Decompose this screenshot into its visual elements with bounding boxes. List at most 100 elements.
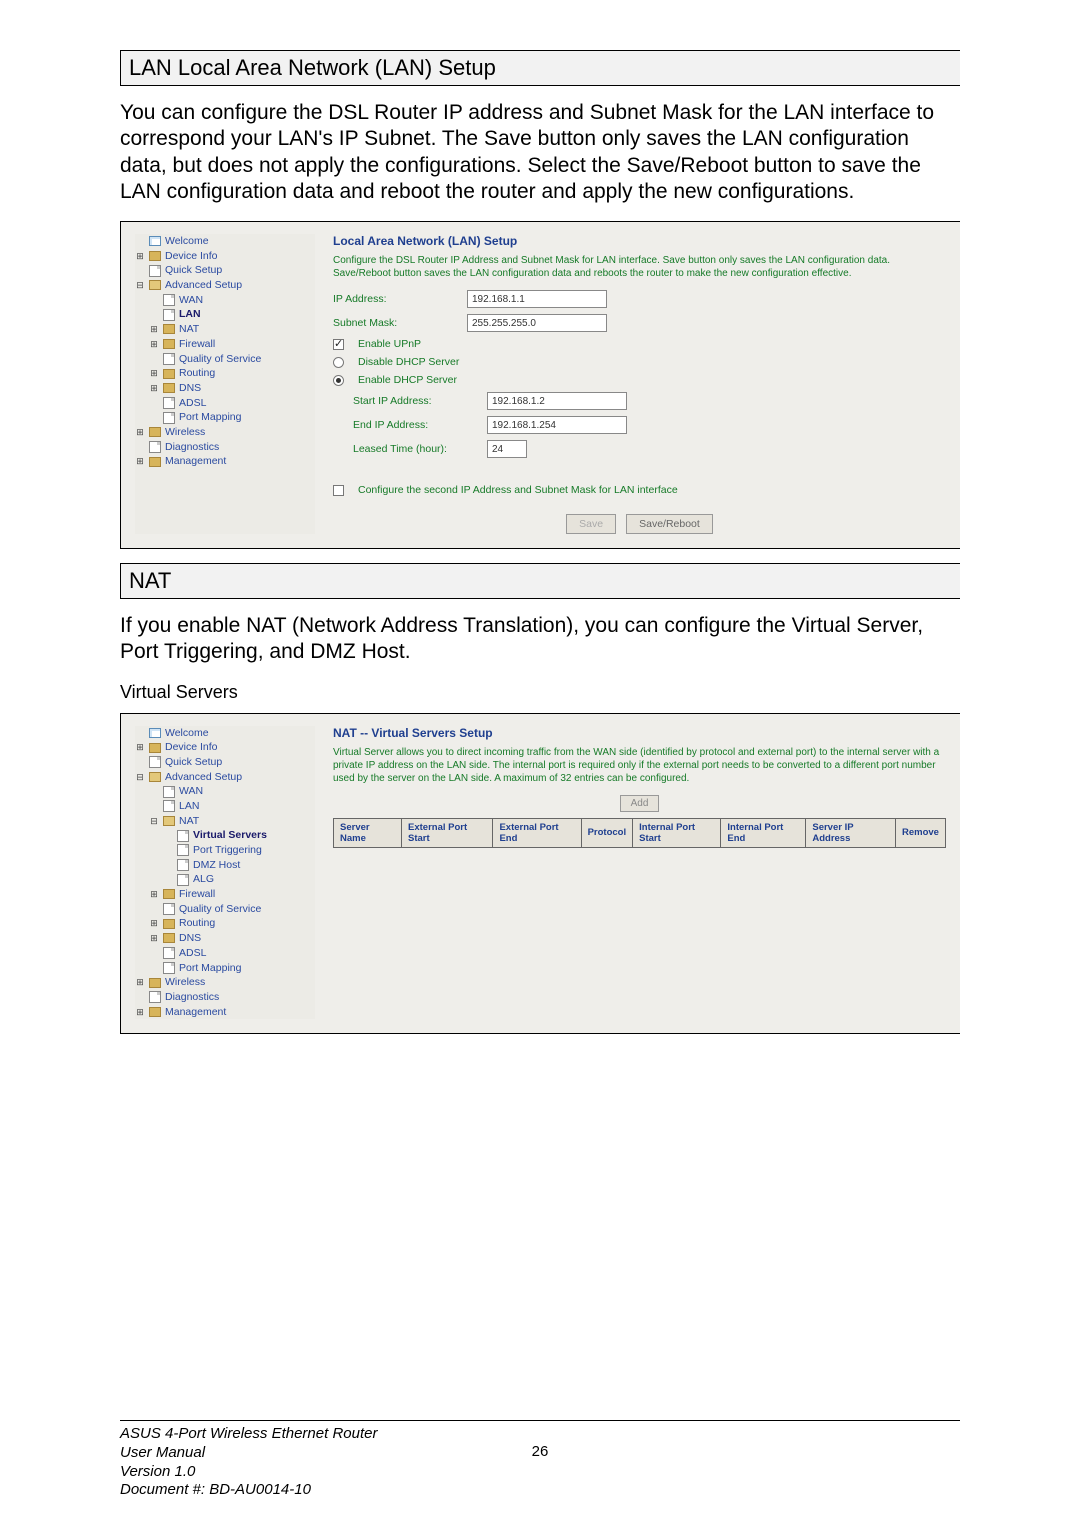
page-icon (163, 962, 175, 974)
nav-virtual-servers[interactable]: Virtual Servers (193, 828, 267, 843)
ip-input[interactable] (467, 290, 607, 308)
expand-icon[interactable]: ⊞ (135, 426, 145, 439)
nav-routing[interactable]: Routing (179, 916, 215, 931)
nav-wan[interactable]: WAN (179, 784, 203, 799)
pane-title: NAT -- Virtual Servers Setup (333, 726, 946, 740)
nav-routing[interactable]: Routing (179, 366, 215, 381)
nav-welcome[interactable]: Welcome (165, 726, 209, 741)
nav-diagnostics[interactable]: Diagnostics (165, 440, 219, 455)
page-icon (177, 859, 189, 871)
collapse-icon[interactable]: ⊟ (149, 815, 159, 828)
folder-open-icon (163, 816, 175, 826)
nav-device-info[interactable]: Device Info (165, 740, 218, 755)
page-icon (163, 800, 175, 812)
nav-port-triggering[interactable]: Port Triggering (193, 843, 262, 858)
nav-wireless[interactable]: Wireless (165, 425, 205, 440)
section-heading-lan: LAN Local Area Network (LAN) Setup (120, 50, 960, 86)
nav-nat[interactable]: NAT (179, 814, 199, 829)
start-ip-label: Start IP Address: (353, 395, 473, 407)
folder-open-icon (149, 772, 161, 782)
nav-firewall[interactable]: Firewall (179, 337, 215, 352)
folder-icon (149, 1007, 161, 1017)
collapse-icon[interactable]: ⊟ (135, 279, 145, 292)
nav-qos[interactable]: Quality of Service (179, 352, 261, 367)
folder-icon (163, 383, 175, 393)
start-ip-input[interactable] (487, 392, 627, 410)
nav-port-mapping[interactable]: Port Mapping (179, 410, 241, 425)
expand-icon[interactable]: ⊞ (149, 888, 159, 901)
nav-wan[interactable]: WAN (179, 293, 203, 308)
expand-icon[interactable]: ⊞ (149, 367, 159, 380)
nav-management[interactable]: Management (165, 1005, 226, 1020)
nav-adsl[interactable]: ADSL (179, 946, 206, 961)
nav-quick-setup[interactable]: Quick Setup (165, 755, 222, 770)
dhcp-disable-radio[interactable] (333, 357, 344, 368)
page-icon (163, 786, 175, 798)
page-icon (149, 441, 161, 453)
folder-open-icon (149, 280, 161, 290)
expand-icon[interactable]: ⊞ (149, 323, 159, 336)
nav-adsl[interactable]: ADSL (179, 396, 206, 411)
nav-dns[interactable]: DNS (179, 931, 201, 946)
footer-line-1: ASUS 4-Port Wireless Ethernet Router (120, 1425, 960, 1444)
nav-lan[interactable]: LAN (179, 799, 199, 814)
col-server-ip: Server IP Address (806, 818, 896, 847)
page-icon (163, 903, 175, 915)
pane-desc: Configure the DSL Router IP Address and … (333, 254, 946, 280)
nav-device-info[interactable]: Device Info (165, 249, 218, 264)
expand-icon[interactable]: ⊞ (149, 932, 159, 945)
expand-icon[interactable]: ⊞ (135, 1006, 145, 1019)
expand-icon[interactable]: ⊞ (149, 917, 159, 930)
nat-body-text: If you enable NAT (Network Address Trans… (120, 613, 960, 666)
page-icon (177, 830, 189, 842)
add-button[interactable]: Add (620, 795, 660, 812)
vs-pane: NAT -- Virtual Servers Setup Virtual Ser… (333, 726, 946, 1020)
nav-alg[interactable]: ALG (193, 872, 214, 887)
expand-icon[interactable]: ⊞ (149, 382, 159, 395)
nav-nat[interactable]: NAT (179, 322, 199, 337)
welcome-icon (149, 236, 161, 246)
nav-welcome[interactable]: Welcome (165, 234, 209, 249)
page-icon (163, 309, 175, 321)
nav-dmz-host[interactable]: DMZ Host (193, 858, 240, 873)
nav-advanced-setup[interactable]: Advanced Setup (165, 278, 242, 293)
expand-icon[interactable]: ⊞ (135, 741, 145, 754)
end-ip-input[interactable] (487, 416, 627, 434)
nav-dns[interactable]: DNS (179, 381, 201, 396)
upnp-checkbox[interactable] (333, 339, 344, 350)
folder-icon (163, 369, 175, 379)
second-ip-checkbox[interactable] (333, 485, 344, 496)
nav-advanced-setup[interactable]: Advanced Setup (165, 770, 242, 785)
nav-lan[interactable]: LAN (179, 307, 201, 322)
folder-icon (163, 933, 175, 943)
nav-port-mapping[interactable]: Port Mapping (179, 961, 241, 976)
lease-input[interactable] (487, 440, 527, 458)
nav-quick-setup[interactable]: Quick Setup (165, 263, 222, 278)
ip-label: IP Address: (333, 293, 453, 305)
folder-icon (149, 251, 161, 261)
page-number: 26 (532, 1443, 549, 1462)
nav-firewall[interactable]: Firewall (179, 887, 215, 902)
mask-label: Subnet Mask: (333, 317, 453, 329)
page-footer: ASUS 4-Port Wireless Ethernet Router Use… (120, 1420, 960, 1500)
folder-icon (149, 457, 161, 467)
nav-qos[interactable]: Quality of Service (179, 902, 261, 917)
save-button[interactable]: Save (566, 514, 616, 534)
save-reboot-button[interactable]: Save/Reboot (626, 514, 713, 534)
expand-icon[interactable]: ⊞ (135, 250, 145, 263)
folder-icon (163, 919, 175, 929)
col-ext-end: External Port End (493, 818, 581, 847)
expand-icon[interactable]: ⊞ (135, 455, 145, 468)
mask-input[interactable] (467, 314, 607, 332)
nav-management[interactable]: Management (165, 454, 226, 469)
page-icon (163, 397, 175, 409)
nav-diagnostics[interactable]: Diagnostics (165, 990, 219, 1005)
expand-icon[interactable]: ⊞ (149, 338, 159, 351)
pane-title: Local Area Network (LAN) Setup (333, 234, 946, 248)
nav-tree: Welcome ⊞ Device Info Quick Setup ⊟ Advanc… (135, 726, 315, 1020)
expand-icon[interactable]: ⊞ (135, 976, 145, 989)
second-ip-label: Configure the second IP Address and Subn… (358, 484, 678, 496)
nav-wireless[interactable]: Wireless (165, 975, 205, 990)
collapse-icon[interactable]: ⊟ (135, 771, 145, 784)
dhcp-enable-radio[interactable] (333, 375, 344, 386)
